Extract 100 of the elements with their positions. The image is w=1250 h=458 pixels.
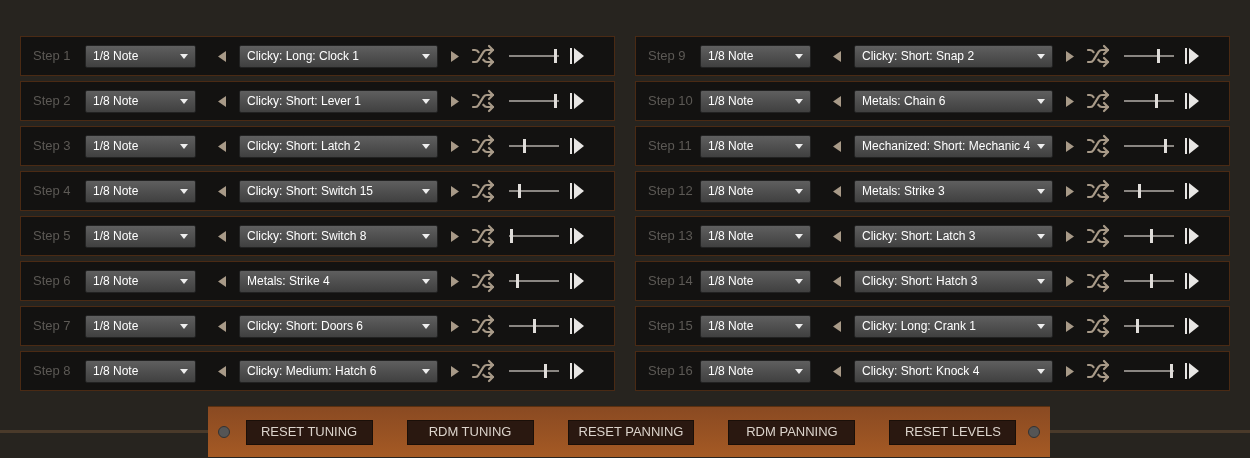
previous-icon[interactable]	[833, 50, 841, 62]
slider-thumb[interactable]	[1149, 229, 1153, 243]
volume-slider[interactable]	[509, 94, 559, 108]
next-icon[interactable]	[451, 140, 459, 152]
reset-button[interactable]: RESET TUNING	[245, 419, 373, 445]
shuffle-icon[interactable]	[1086, 224, 1110, 248]
volume-slider[interactable]	[509, 274, 559, 288]
shuffle-icon[interactable]	[471, 179, 495, 203]
next-icon[interactable]	[451, 365, 459, 377]
shuffle-icon[interactable]	[1086, 134, 1110, 158]
next-icon[interactable]	[1066, 50, 1074, 62]
sample-dropdown[interactable]: Clicky: Long: Crank 1	[854, 314, 1053, 338]
slider-thumb[interactable]	[553, 94, 557, 108]
reset-button[interactable]: RDM PANNING	[728, 419, 856, 445]
play-icon[interactable]	[1185, 318, 1199, 334]
rate-dropdown[interactable]: 1/8 Note	[700, 359, 811, 383]
sample-dropdown[interactable]: Clicky: Short: Knock 4	[854, 359, 1053, 383]
play-icon[interactable]	[1185, 183, 1199, 199]
previous-icon[interactable]	[833, 140, 841, 152]
next-icon[interactable]	[451, 185, 459, 197]
shuffle-icon[interactable]	[471, 359, 495, 383]
rate-dropdown[interactable]: 1/8 Note	[85, 269, 196, 293]
play-icon[interactable]	[570, 48, 584, 64]
reset-button[interactable]: RDM TUNING	[406, 419, 534, 445]
sample-dropdown[interactable]: Clicky: Short: Switch 15	[239, 179, 438, 203]
shuffle-icon[interactable]	[1086, 269, 1110, 293]
volume-slider[interactable]	[509, 49, 559, 63]
slider-thumb[interactable]	[1154, 94, 1158, 108]
sample-dropdown[interactable]: Clicky: Short: Doors 6	[239, 314, 438, 338]
slider-thumb[interactable]	[544, 364, 548, 378]
sample-dropdown[interactable]: Clicky: Short: Latch 3	[854, 224, 1053, 248]
shuffle-icon[interactable]	[471, 44, 495, 68]
shuffle-icon[interactable]	[471, 314, 495, 338]
shuffle-icon[interactable]	[1086, 314, 1110, 338]
previous-icon[interactable]	[833, 320, 841, 332]
slider-thumb[interactable]	[1135, 319, 1139, 333]
play-icon[interactable]	[570, 183, 584, 199]
next-icon[interactable]	[451, 320, 459, 332]
rate-dropdown[interactable]: 1/8 Note	[85, 134, 196, 158]
rate-dropdown[interactable]: 1/8 Note	[700, 269, 811, 293]
next-icon[interactable]	[1066, 365, 1074, 377]
rate-dropdown[interactable]: 1/8 Note	[700, 314, 811, 338]
rate-dropdown[interactable]: 1/8 Note	[700, 44, 811, 68]
volume-slider[interactable]	[1124, 229, 1174, 243]
rate-dropdown[interactable]: 1/8 Note	[85, 179, 196, 203]
volume-slider[interactable]	[1124, 319, 1174, 333]
shuffle-icon[interactable]	[1086, 89, 1110, 113]
volume-slider[interactable]	[1124, 184, 1174, 198]
play-icon[interactable]	[570, 363, 584, 379]
play-icon[interactable]	[570, 138, 584, 154]
previous-icon[interactable]	[833, 95, 841, 107]
next-icon[interactable]	[1066, 230, 1074, 242]
slider-thumb[interactable]	[510, 229, 514, 243]
rate-dropdown[interactable]: 1/8 Note	[85, 224, 196, 248]
next-icon[interactable]	[1066, 185, 1074, 197]
slider-thumb[interactable]	[532, 319, 536, 333]
previous-icon[interactable]	[218, 50, 226, 62]
shuffle-icon[interactable]	[1086, 359, 1110, 383]
volume-slider[interactable]	[509, 229, 559, 243]
play-icon[interactable]	[570, 93, 584, 109]
shuffle-icon[interactable]	[471, 89, 495, 113]
sample-dropdown[interactable]: Metals: Strike 3	[854, 179, 1053, 203]
previous-icon[interactable]	[218, 140, 226, 152]
next-icon[interactable]	[451, 95, 459, 107]
volume-slider[interactable]	[1124, 94, 1174, 108]
previous-icon[interactable]	[218, 365, 226, 377]
next-icon[interactable]	[451, 50, 459, 62]
sample-dropdown[interactable]: Clicky: Short: Snap 2	[854, 44, 1053, 68]
volume-slider[interactable]	[509, 184, 559, 198]
next-icon[interactable]	[451, 230, 459, 242]
sample-dropdown[interactable]: Metals: Chain 6	[854, 89, 1053, 113]
rate-dropdown[interactable]: 1/8 Note	[700, 89, 811, 113]
volume-slider[interactable]	[509, 364, 559, 378]
sample-dropdown[interactable]: Mechanized: Short: Mechanic 4	[854, 134, 1053, 158]
shuffle-icon[interactable]	[471, 134, 495, 158]
next-icon[interactable]	[451, 275, 459, 287]
rate-dropdown[interactable]: 1/8 Note	[85, 89, 196, 113]
play-icon[interactable]	[1185, 228, 1199, 244]
sample-dropdown[interactable]: Clicky: Short: Latch 2	[239, 134, 438, 158]
play-icon[interactable]	[1185, 138, 1199, 154]
previous-icon[interactable]	[218, 275, 226, 287]
volume-slider[interactable]	[1124, 49, 1174, 63]
reset-button[interactable]: RESET LEVELS	[889, 419, 1017, 445]
shuffle-icon[interactable]	[1086, 44, 1110, 68]
rate-dropdown[interactable]: 1/8 Note	[700, 224, 811, 248]
slider-thumb[interactable]	[523, 139, 527, 153]
slider-thumb[interactable]	[553, 49, 557, 63]
slider-thumb[interactable]	[1156, 49, 1160, 63]
previous-icon[interactable]	[218, 320, 226, 332]
rate-dropdown[interactable]: 1/8 Note	[85, 44, 196, 68]
previous-icon[interactable]	[218, 95, 226, 107]
slider-thumb[interactable]	[1138, 184, 1142, 198]
play-icon[interactable]	[1185, 93, 1199, 109]
reset-button[interactable]: RESET PANNING	[567, 419, 695, 445]
sample-dropdown[interactable]: Metals: Strike 4	[239, 269, 438, 293]
volume-slider[interactable]	[1124, 364, 1174, 378]
slider-thumb[interactable]	[1149, 274, 1153, 288]
rate-dropdown[interactable]: 1/8 Note	[85, 359, 196, 383]
previous-icon[interactable]	[833, 275, 841, 287]
volume-slider[interactable]	[1124, 274, 1174, 288]
